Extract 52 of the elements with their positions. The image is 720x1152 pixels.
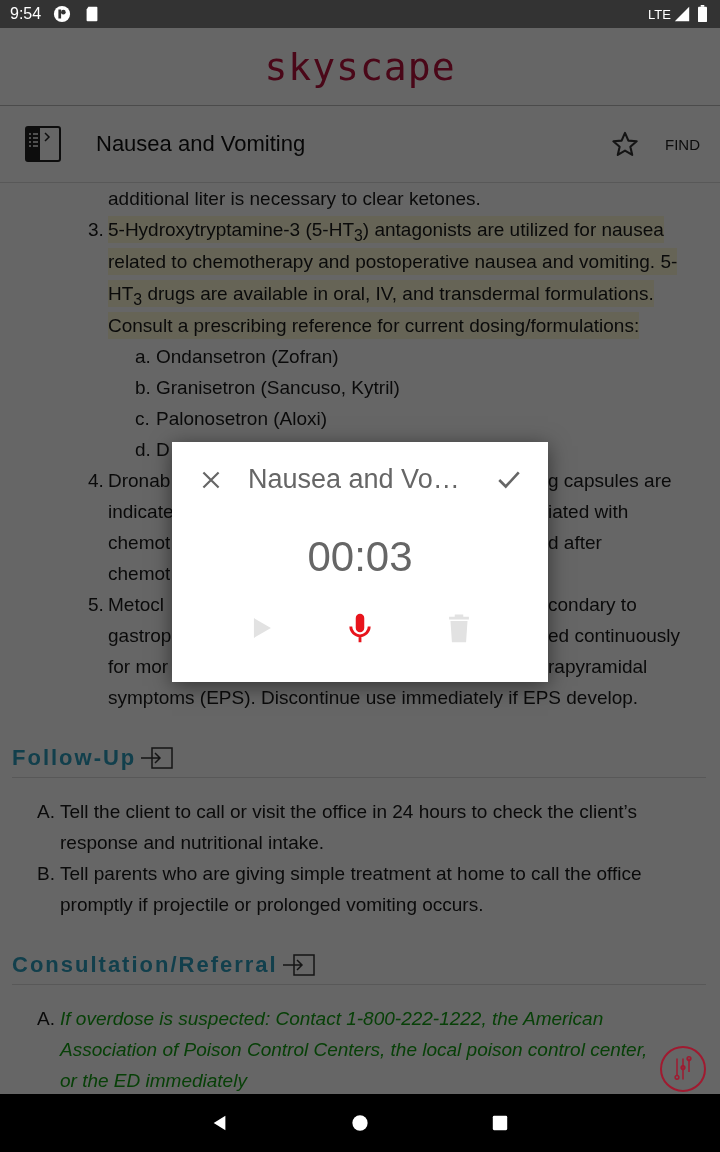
body-text: Consult a prescribing reference for current dosing/formulations: bbox=[108, 312, 640, 339]
body-text: D bbox=[156, 438, 170, 462]
body-text: for mor bbox=[108, 655, 169, 679]
list-letter: B. bbox=[37, 862, 56, 886]
list-letter: b. bbox=[135, 376, 152, 400]
network-type: LTE bbox=[648, 6, 671, 22]
body-text: chemot bbox=[108, 531, 171, 555]
page-title: Nausea and Vomiting bbox=[96, 131, 307, 157]
list-number: 3. bbox=[88, 218, 105, 242]
status-time: 9:54 bbox=[10, 5, 42, 23]
list-number: 5. bbox=[88, 593, 105, 617]
section-heading: Follow-Up bbox=[12, 745, 137, 771]
list-letter: A. bbox=[37, 800, 56, 824]
body-text: gastrop bbox=[108, 624, 172, 648]
home-icon[interactable] bbox=[351, 1114, 369, 1132]
body-text: Dronab bbox=[108, 469, 171, 493]
list-letter: A. bbox=[37, 1007, 56, 1031]
recents-icon[interactable] bbox=[491, 1114, 509, 1132]
body-text: Metocl bbox=[108, 593, 164, 617]
enter-icon[interactable] bbox=[281, 954, 316, 976]
drug-name: Granisetron (Sancuso, Kytril) bbox=[156, 376, 400, 400]
body-text: additional liter is necessary to clear ketones. bbox=[108, 188, 481, 209]
body-text: g capsules are bbox=[548, 470, 672, 491]
body-text: d after bbox=[548, 532, 602, 553]
star-icon[interactable] bbox=[611, 130, 639, 158]
app-notification-icon bbox=[53, 5, 72, 23]
find-button[interactable]: FIND bbox=[661, 129, 704, 159]
list-letter: c. bbox=[135, 407, 151, 431]
body-text: ed continuously bbox=[548, 625, 681, 646]
body-text: condary to bbox=[548, 594, 637, 615]
sliders-button[interactable] bbox=[660, 1046, 706, 1092]
body-text: Tell the client to call or visit the office in 24 hours to check the client’s response and nutritional intake. bbox=[60, 800, 638, 855]
body-text: chemot bbox=[108, 562, 171, 586]
enter-icon[interactable] bbox=[140, 747, 175, 769]
section-heading: Consultation/Referral bbox=[12, 952, 278, 978]
battery-icon bbox=[697, 5, 708, 23]
list-number: d. bbox=[135, 438, 152, 462]
signal-icon bbox=[673, 5, 691, 23]
dialog-title: Nausea and Vo… bbox=[248, 464, 461, 495]
drug-name: Palonosetron (Aloxi) bbox=[156, 407, 328, 431]
list-number: 4. bbox=[88, 469, 105, 493]
body-text: indicate bbox=[108, 500, 172, 524]
table-of-contents-icon[interactable] bbox=[25, 126, 61, 162]
app-logo: skyscape bbox=[264, 44, 456, 89]
body-text: rapyramidal bbox=[548, 656, 648, 677]
body-text: symptoms (EPS). Discontinue use immediately if EPS develop. bbox=[108, 687, 639, 708]
recording-timer: 00:03 bbox=[306, 533, 414, 581]
body-text: Tell parents who are giving simple treatment at home to call the office promptly if projectile or prolonged vomiting occurs. bbox=[60, 862, 643, 917]
body-text: If overdose is suspected: Contact 1-800-222-1222, the American Association of Poison Control Centers, the local poison control center, or the ED immediately bbox=[60, 1007, 649, 1093]
body-text: iated with bbox=[548, 501, 629, 522]
drug-name: Ondansetron (Zofran) bbox=[156, 345, 339, 369]
list-letter: a. bbox=[135, 345, 152, 369]
